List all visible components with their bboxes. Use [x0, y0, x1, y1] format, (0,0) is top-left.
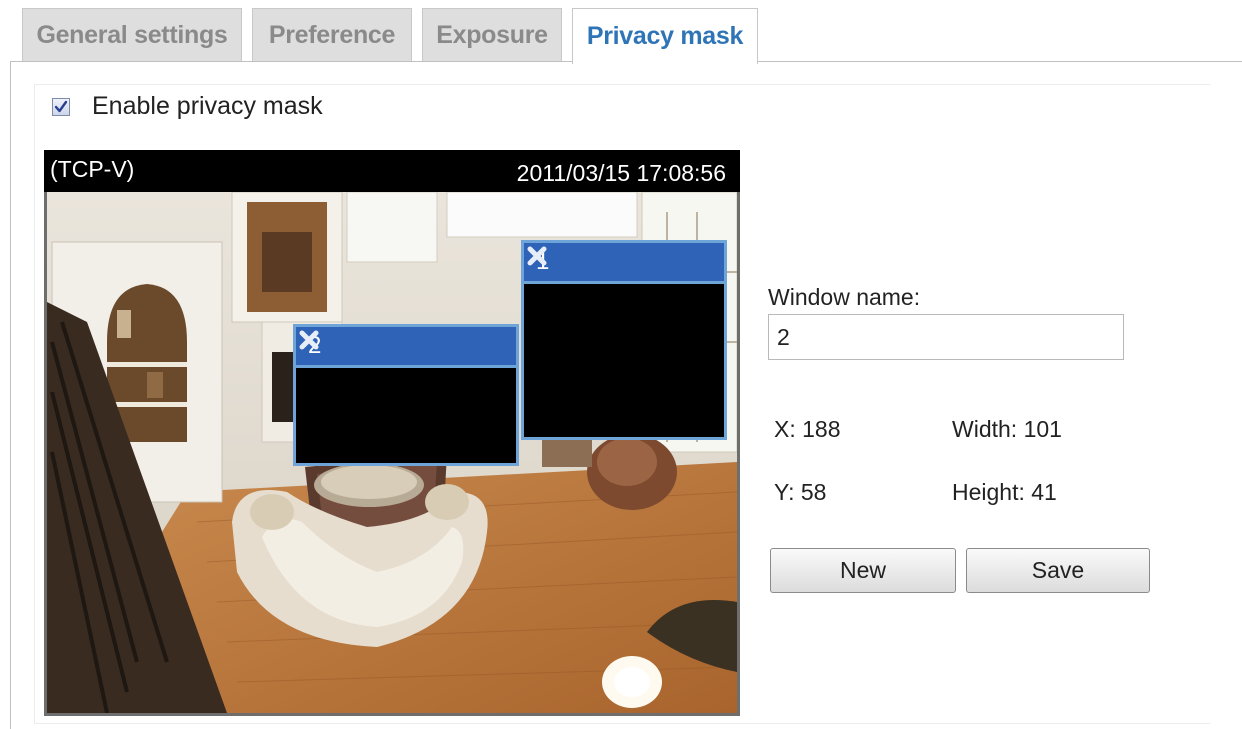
- save-button[interactable]: Save: [966, 548, 1150, 593]
- close-x-icon[interactable]: [296, 327, 322, 353]
- checkmark-icon: [54, 100, 68, 113]
- camera-name: (TCP-V): [50, 156, 135, 182]
- privacy-mask-window-2[interactable]: 2: [293, 324, 519, 466]
- mask-title-bar[interactable]: 2: [296, 327, 516, 368]
- live-video-view[interactable]: 1 2: [44, 192, 740, 716]
- enable-privacy-mask-checkbox[interactable]: [52, 98, 70, 116]
- new-button[interactable]: New: [770, 548, 956, 593]
- height-value: Height: 41: [952, 479, 1057, 505]
- privacy-mask-window-1[interactable]: 1: [521, 240, 727, 440]
- video-timestamp: 2011/03/15 17:08:56: [516, 160, 726, 186]
- mask-title-bar[interactable]: 1: [524, 243, 724, 284]
- window-name-label: Window name:: [768, 284, 921, 310]
- enable-privacy-mask-label: Enable privacy mask: [92, 92, 323, 120]
- close-x-icon[interactable]: [524, 243, 550, 269]
- content-border: [10, 61, 11, 729]
- width-value: Width: 101: [952, 416, 1062, 442]
- video-header-bar: (TCP-V) 2011/03/15 17:08:56: [44, 150, 740, 192]
- tab-preference[interactable]: Preference: [252, 8, 412, 62]
- y-coordinate: Y: 58: [774, 479, 827, 505]
- tab-general-settings[interactable]: General settings: [22, 8, 242, 62]
- x-coordinate: X: 188: [774, 416, 841, 442]
- window-name-input[interactable]: [768, 314, 1124, 360]
- tab-exposure[interactable]: Exposure: [422, 8, 562, 62]
- tab-privacy-mask[interactable]: Privacy mask: [572, 8, 758, 64]
